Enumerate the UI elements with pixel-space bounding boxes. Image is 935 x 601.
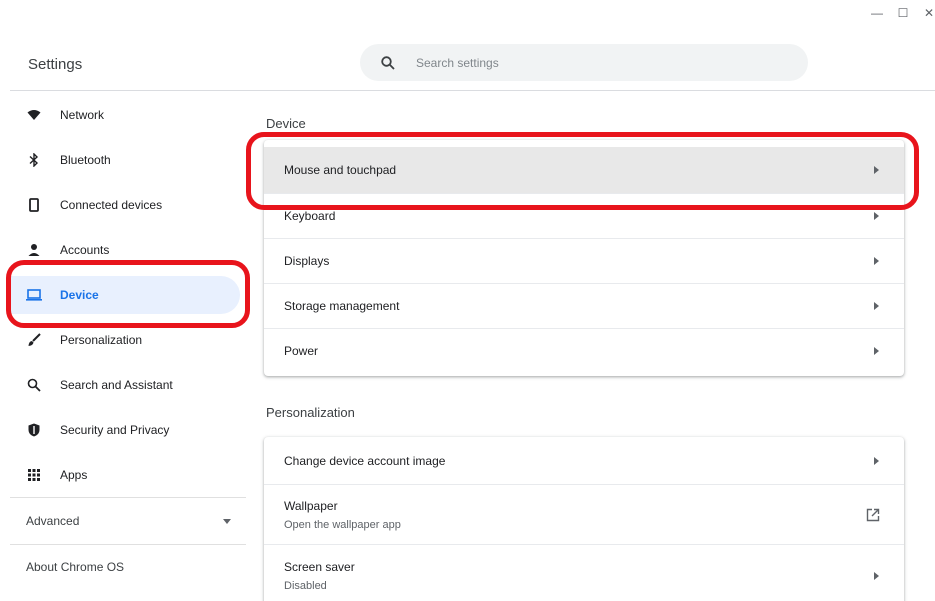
phone-icon (26, 197, 42, 213)
power-row[interactable]: Power (264, 328, 904, 373)
sidebar-item-label: Apps (60, 468, 88, 482)
sidebar-divider (10, 544, 246, 545)
device-card: Mouse and touchpad Keyboard Displays Sto… (264, 140, 904, 376)
app-title: Settings (28, 56, 83, 73)
external-link-icon[interactable] (866, 508, 880, 522)
sidebar-item-label: Bluetooth (60, 153, 111, 167)
sidebar-item-label: Device (60, 288, 99, 302)
shield-icon (26, 422, 42, 438)
row-label: Wallpaper (284, 498, 338, 513)
row-label: Storage management (284, 299, 400, 313)
search-icon (26, 377, 42, 393)
chevron-right-icon (872, 165, 880, 175)
sidebar-item-network[interactable]: Network (10, 96, 240, 134)
sidebar-item-label: Personalization (60, 333, 143, 347)
sidebar-item-search-and-assistant[interactable]: Search and Assistant (10, 366, 240, 404)
sidebar-item-label: Network (60, 108, 105, 122)
bluetooth-icon (26, 152, 42, 168)
row-label: Displays (284, 254, 330, 268)
mouse-and-touchpad-row[interactable]: Mouse and touchpad (264, 147, 904, 193)
wallpaper-row[interactable]: Wallpaper Open the wallpaper app (264, 484, 904, 544)
displays-row[interactable]: Displays (264, 238, 904, 283)
chevron-right-icon (872, 211, 880, 221)
sidebar-item-connected-devices[interactable]: Connected devices (10, 186, 240, 224)
close-button[interactable]: ✕ (923, 6, 935, 20)
row-label: Screen saver (284, 560, 355, 574)
caret-down-icon (223, 518, 231, 524)
row-label: Power (284, 344, 319, 358)
sidebar-item-device[interactable]: Device (10, 276, 240, 314)
sidebar: Network Bluetooth Connected devices Acco… (10, 92, 246, 601)
search-icon (381, 55, 395, 70)
sidebar-item-label: Connected devices (60, 198, 163, 212)
chevron-right-icon (872, 301, 880, 311)
search-input[interactable] (416, 55, 756, 70)
advanced-label: Advanced (26, 514, 80, 528)
about-chrome-os-link[interactable]: About Chrome OS (26, 560, 124, 574)
sidebar-item-label: Search and Assistant (60, 378, 173, 392)
sidebar-item-personalization[interactable]: Personalization (10, 321, 240, 359)
minimize-button[interactable]: — (871, 6, 883, 20)
personalization-card: Change device account image Wallpaper Op… (264, 437, 904, 601)
device-section-heading: Device (266, 116, 306, 131)
storage-management-row[interactable]: Storage management (264, 283, 904, 328)
chevron-right-icon (872, 571, 880, 581)
sidebar-divider (10, 497, 246, 498)
chevron-right-icon (872, 256, 880, 266)
change-device-account-image-row[interactable]: Change device account image (264, 437, 904, 484)
person-icon (26, 242, 42, 258)
apps-grid-icon (26, 467, 42, 483)
laptop-icon (26, 287, 42, 303)
search-bar[interactable] (360, 44, 808, 81)
row-label: Mouse and touchpad (284, 163, 397, 177)
maximize-button[interactable]: ☐ (897, 6, 909, 20)
row-sublabel: Disabled (284, 580, 327, 592)
chevron-right-icon (872, 456, 880, 466)
row-sublabel: Open the wallpaper app (284, 518, 401, 531)
window-controls: — ☐ ✕ (871, 6, 935, 20)
personalization-section-heading: Personalization (266, 405, 355, 420)
screen-saver-row[interactable]: Screen saver Disabled (264, 544, 904, 601)
advanced-toggle[interactable]: Advanced (26, 511, 231, 531)
sidebar-item-label: Security and Privacy (60, 423, 170, 437)
row-label: Keyboard (284, 209, 336, 223)
chevron-right-icon (872, 346, 880, 356)
brush-icon (26, 332, 42, 348)
keyboard-row[interactable]: Keyboard (264, 193, 904, 238)
wifi-icon (26, 107, 42, 123)
sidebar-item-accounts[interactable]: Accounts (10, 231, 240, 269)
sidebar-item-security-and-privacy[interactable]: Security and Privacy (10, 411, 240, 449)
sidebar-item-apps[interactable]: Apps (10, 456, 240, 494)
header-divider (10, 90, 935, 91)
sidebar-item-label: Accounts (60, 243, 110, 257)
sidebar-item-bluetooth[interactable]: Bluetooth (10, 141, 240, 179)
row-label: Change device account image (284, 453, 446, 468)
